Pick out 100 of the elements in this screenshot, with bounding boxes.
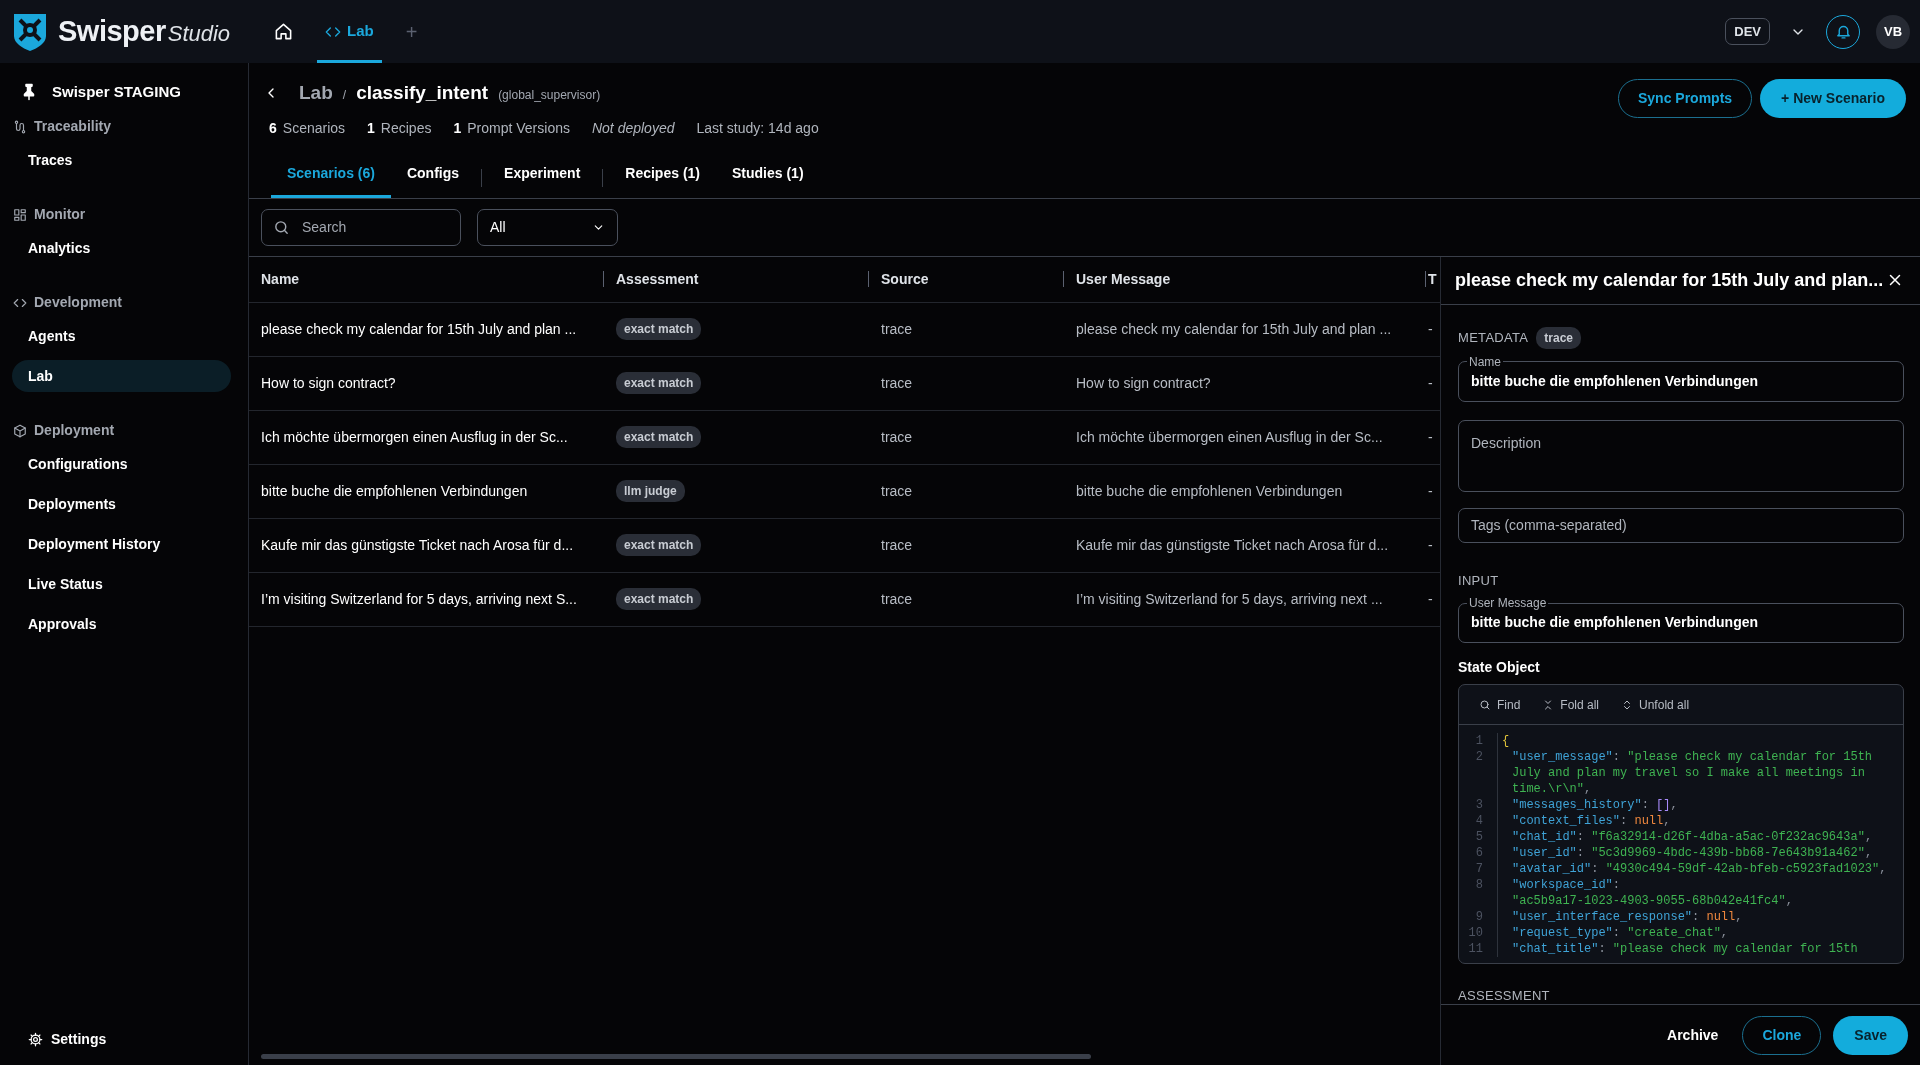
- tab[interactable]: Scenarios (6): [271, 154, 391, 198]
- code-line: "user_id": "5c3d9969-4bdc-439b-bb68-7e643b91a462",: [1511, 845, 1873, 861]
- route-icon: [13, 119, 27, 134]
- line-number: 7: [1475, 862, 1483, 876]
- horizontal-scrollbar[interactable]: [261, 1054, 1091, 1059]
- section-label: ASSESSMENT: [1458, 987, 1550, 1004]
- code-line: "chat_title": "please check my calendar for 15th: [1511, 941, 1858, 957]
- logo-icon: [12, 11, 48, 52]
- table-cell: How to sign contract?: [249, 356, 604, 411]
- panel-title: please check my calendar for 15th July and plan...: [1455, 268, 1884, 292]
- code-line: July and plan my travel so I make all meetings in: [1511, 765, 1865, 781]
- sidebar-item[interactable]: Traces: [12, 143, 231, 176]
- section-title: Monitor: [34, 205, 86, 224]
- table-cell: trace: [869, 464, 1064, 519]
- sidebar-item[interactable]: Deployments: [12, 487, 231, 520]
- sidebar-item[interactable]: Agents: [12, 319, 231, 352]
- table-cell: I’m visiting Switzerland for 5 days, arriving next ...: [1064, 572, 1426, 627]
- nav-tab[interactable]: Lab: [317, 0, 382, 63]
- line-number: 10: [1468, 926, 1483, 940]
- grid-icon: [13, 207, 27, 222]
- name-field[interactable]: Name bitte buche die empfohlenen Verbindungen: [1458, 354, 1904, 402]
- line-number: 6: [1475, 846, 1483, 860]
- tab[interactable]: Recipes (1): [609, 154, 716, 198]
- assessment-tag: exact match: [616, 588, 702, 610]
- text-input[interactable]: bitte buche die empfohlenen Verbindungen: [1471, 613, 1891, 632]
- code-line: "workspace_id":: [1511, 877, 1621, 893]
- stat-item: Last study: 14d ago: [696, 118, 819, 138]
- find-button[interactable]: Find: [1479, 695, 1521, 714]
- stat-item: 1 Prompt Versions: [453, 118, 570, 138]
- table-cell: trace: [869, 572, 1064, 627]
- line-number: 5: [1475, 830, 1483, 844]
- assessment-tag: exact match: [616, 372, 702, 394]
- tab[interactable]: Experiment: [488, 154, 597, 198]
- fold-all-button[interactable]: Fold all: [1542, 695, 1600, 714]
- code-line: "context_files": null,: [1511, 813, 1671, 829]
- settings-icon: [28, 1031, 43, 1047]
- sidebar-item[interactable]: Approvals: [12, 607, 231, 640]
- line-number: 2: [1475, 750, 1483, 764]
- table-cell-text: -: [1428, 319, 1433, 339]
- code-line: time.\r\n",: [1511, 781, 1592, 797]
- search-icon: [273, 218, 290, 236]
- section-title: Development: [34, 293, 122, 312]
- tags-field[interactable]: Tags (comma-separated): [1458, 507, 1904, 543]
- tab[interactable]: Studies (1): [716, 154, 820, 198]
- section-title: Deployment: [34, 421, 115, 440]
- code-line: "ac5b9a17-1023-4903-9055-68b042e41fc4",: [1511, 893, 1793, 909]
- table-cell: Ich möchte übermorgen einen Ausflug in der Sc...: [1064, 410, 1426, 465]
- user-message-field[interactable]: User Message bitte buche die empfohlenen Verbindungen: [1458, 596, 1904, 643]
- search-field[interactable]: Search: [261, 208, 461, 246]
- filter-dropdown[interactable]: All: [477, 208, 618, 246]
- table-cell: How to sign contract?: [1064, 356, 1426, 411]
- table-cell: trace: [869, 302, 1064, 357]
- column-header: Assessment: [616, 269, 699, 289]
- save-button[interactable]: Save: [1833, 1015, 1908, 1055]
- cube-icon: [13, 423, 27, 438]
- sidebar-item[interactable]: Deployment History: [12, 527, 231, 560]
- environment-badge[interactable]: DEV: [1725, 17, 1770, 46]
- table-cell: please check my calendar for 15th July and plan ...: [249, 302, 604, 357]
- source-tag: trace: [1536, 326, 1581, 349]
- bell-icon: [1834, 23, 1852, 40]
- new-scenario-button[interactable]: + New Scenario: [1760, 79, 1906, 118]
- deploy-status: Not deployed: [591, 118, 675, 138]
- text-input[interactable]: bitte buche die empfohlenen Verbindungen: [1471, 372, 1891, 390]
- table-cell: trace: [869, 518, 1064, 573]
- field-label: Name: [1468, 354, 1502, 369]
- code-line: "messages_history": [],: [1511, 797, 1678, 813]
- table-cell: trace: [869, 356, 1064, 411]
- column-header: T: [1428, 269, 1437, 289]
- home-icon: [274, 22, 294, 41]
- table-cell-text: -: [1428, 535, 1433, 555]
- sidebar-item[interactable]: Live Status: [12, 567, 231, 600]
- archive-button[interactable]: Archive: [1655, 1016, 1731, 1054]
- line-number: 1: [1475, 734, 1483, 748]
- sidebar-item[interactable]: Configurations: [12, 447, 231, 480]
- assessment-tag: llm judge: [616, 480, 685, 502]
- sidebar-item[interactable]: Analytics: [12, 231, 231, 264]
- column-header: User Message: [1076, 269, 1171, 289]
- field-label: User Message: [1468, 596, 1548, 610]
- stat-item: 6 Scenarios: [269, 118, 346, 138]
- breadcrumb-link[interactable]: Lab: [299, 79, 333, 108]
- table-cell: bitte buche die empfohlenen Verbindungen: [249, 464, 604, 519]
- code-editor[interactable]: [1458, 684, 1904, 964]
- tab[interactable]: Configs: [390, 154, 476, 198]
- table-cell-text: -: [1428, 427, 1433, 447]
- description-field[interactable]: Description: [1458, 419, 1904, 492]
- sidebar-item[interactable]: Lab: [12, 359, 231, 392]
- user-avatar[interactable]: VB: [1876, 14, 1910, 49]
- code-line: "request_type": "create_chat",: [1511, 925, 1729, 941]
- table-cell: bitte buche die empfohlenen Verbindungen: [1064, 464, 1426, 519]
- line-number: 9: [1475, 910, 1483, 924]
- line-number: 11: [1468, 942, 1483, 956]
- table-cell: trace: [869, 410, 1064, 465]
- code-line: {: [1502, 733, 1510, 749]
- line-number: 4: [1475, 814, 1483, 828]
- table-cell: Kaufe mir das günstigste Ticket nach Arosa für d...: [1064, 518, 1426, 573]
- table-cell: please check my calendar for 15th July and plan ...: [1064, 302, 1426, 357]
- line-number: 3: [1475, 798, 1483, 812]
- unfold-all-button[interactable]: Unfold all: [1621, 695, 1690, 714]
- settings-link[interactable]: Settings: [12, 1023, 231, 1055]
- code-line: "user_interface_response": null,: [1511, 909, 1743, 925]
